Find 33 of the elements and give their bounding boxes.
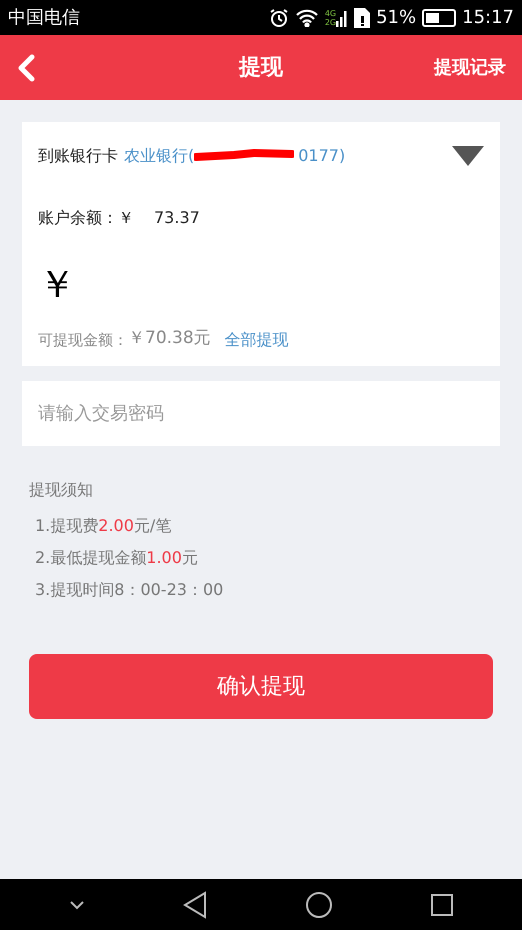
alarm-icon	[268, 8, 289, 28]
balance-value: 73.37	[154, 207, 200, 229]
available-amount: ￥70.38元	[128, 327, 211, 350]
battery-icon	[422, 8, 456, 26]
records-link[interactable]: 提现记录	[434, 54, 506, 81]
bank-name: 农业银行(	[124, 145, 194, 167]
network-label: 4G	[324, 8, 336, 18]
withdraw-all-link[interactable]: 全部提现	[224, 328, 289, 352]
currency-symbol: ￥	[38, 260, 76, 308]
notice-title: 提现须知	[29, 478, 94, 500]
signal-icon	[336, 8, 348, 26]
page-title: 提现	[239, 54, 283, 82]
notice-item: 1.提现费2.00元/笔	[35, 514, 172, 536]
available-label: 可提现金额：	[38, 330, 128, 351]
bank-label: 到账银行卡	[38, 145, 118, 167]
bank-selector[interactable]: 到账银行卡 农业银行( 0177)	[38, 144, 484, 168]
wifi-icon	[294, 8, 319, 26]
home-icon[interactable]	[304, 890, 332, 918]
bank-card-tail: 0177)	[298, 145, 346, 167]
chevron-down-icon[interactable]	[68, 900, 84, 910]
balance-label: 账户余额：￥	[38, 207, 134, 229]
recents-icon[interactable]	[430, 892, 454, 916]
notice-item: 2.最低提现金额1.00元	[35, 546, 199, 568]
confirm-button[interactable]: 确认提现	[29, 654, 493, 718]
sim-icon	[354, 8, 370, 28]
back-icon[interactable]	[182, 890, 208, 918]
carrier: 中国电信	[8, 6, 80, 30]
clock: 15:17	[462, 6, 514, 30]
notice-item: 3.提现时间8：00-23：00	[35, 578, 224, 600]
password-field[interactable]: 请输入交易密码	[22, 380, 500, 446]
network-label: 2G	[324, 18, 336, 26]
battery-percent: 51%	[376, 6, 416, 30]
dropdown-icon[interactable]	[452, 146, 484, 166]
